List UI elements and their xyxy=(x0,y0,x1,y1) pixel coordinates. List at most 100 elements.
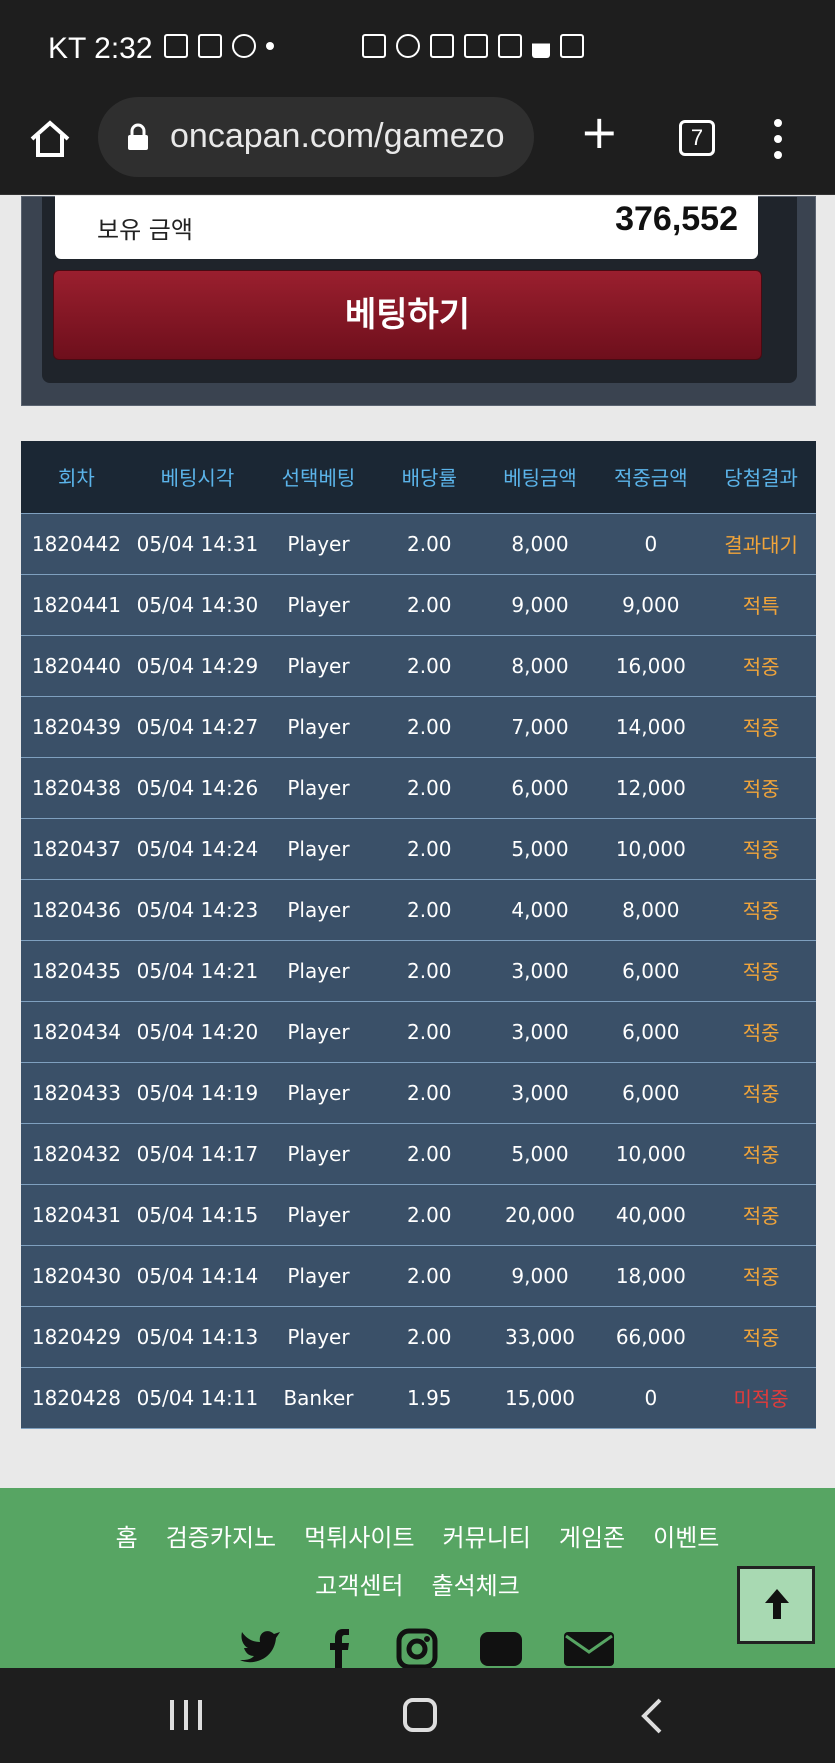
footer-link[interactable]: 출석체크 xyxy=(432,1572,520,1600)
cell-bet-time: 05/04 14:31 xyxy=(136,531,259,556)
cell-round: 1820430 xyxy=(31,1263,121,1288)
cell-win-amount: 6,000 xyxy=(622,958,680,983)
cell-result: 미적중 xyxy=(733,1387,789,1411)
balance-box: 보유 금액 376,552 xyxy=(55,196,758,259)
cell-selection: Player xyxy=(287,1019,350,1044)
table-row: 1820433 05/04 14:19 Player 2.00 3,000 6,000 적중 xyxy=(21,1062,816,1123)
table-header: 회차 베팅시각 선택베팅 배당률 베팅금액 적중금액 당첨결과 xyxy=(21,441,816,513)
footer-link[interactable]: 홈 xyxy=(116,1524,138,1552)
cell-bet-time: 05/04 14:24 xyxy=(136,836,259,861)
cell-round: 1820437 xyxy=(31,836,121,861)
cell-result: 적중 xyxy=(742,1082,780,1106)
cell-selection: Player xyxy=(287,1141,350,1166)
table-row: 1820429 05/04 14:13 Player 2.00 33,000 66,000… xyxy=(21,1306,816,1367)
social-links xyxy=(238,1628,614,1670)
5g-icon xyxy=(498,34,522,58)
cell-bet-time: 05/04 14:21 xyxy=(136,958,259,983)
cell-round: 1820431 xyxy=(31,1202,121,1227)
cell-round: 1820441 xyxy=(31,592,121,617)
table-row: 1820428 05/04 14:11 Banker 1.95 15,000 0 미적중 xyxy=(21,1367,816,1428)
cell-round: 1820440 xyxy=(31,653,121,678)
table-row: 1820437 05/04 14:24 Player 2.00 5,000 10,000 적… xyxy=(21,818,816,879)
cell-bet-amount: 3,000 xyxy=(511,958,569,983)
cell-bet-amount: 7,000 xyxy=(511,714,569,739)
table-row: 1820439 05/04 14:27 Player 2.00 7,000 14,000 적… xyxy=(21,696,816,757)
cell-bet-amount: 4,000 xyxy=(511,897,569,922)
cell-result: 적중 xyxy=(742,838,780,862)
cell-odds: 2.00 xyxy=(406,714,452,739)
cell-bet-amount: 3,000 xyxy=(511,1019,569,1044)
cell-selection: Player xyxy=(287,1263,350,1288)
cell-bet-amount: 15,000 xyxy=(505,1385,576,1410)
cell-bet-amount: 33,000 xyxy=(505,1324,576,1349)
cell-odds: 2.00 xyxy=(406,836,452,861)
cell-result: 적중 xyxy=(742,1326,780,1350)
footer-link[interactable]: 고객센터 xyxy=(315,1572,403,1600)
cell-bet-amount: 8,000 xyxy=(511,653,569,678)
url-text[interactable]: oncapan.com/gamezo xyxy=(170,117,526,156)
cell-result: 적중 xyxy=(742,655,780,679)
mail-icon[interactable] xyxy=(564,1628,614,1668)
header-win-amount: 적중금액 xyxy=(614,466,688,491)
cell-bet-time: 05/04 14:27 xyxy=(136,714,259,739)
cell-result: 적중 xyxy=(742,1265,780,1289)
cell-round: 1820432 xyxy=(31,1141,121,1166)
cell-odds: 2.00 xyxy=(406,531,452,556)
new-tab-icon[interactable]: + xyxy=(580,109,619,155)
cell-win-amount: 10,000 xyxy=(615,836,686,861)
cell-round: 1820428 xyxy=(31,1385,121,1410)
cell-bet-time: 05/04 14:23 xyxy=(136,897,259,922)
footer-link[interactable]: 커뮤니티 xyxy=(443,1524,531,1552)
header-result: 당첨결과 xyxy=(724,466,798,491)
carrier-time: KT 2:32 xyxy=(48,32,153,65)
cell-round: 1820429 xyxy=(31,1324,121,1349)
android-home-button[interactable] xyxy=(403,1698,437,1732)
cell-round: 1820434 xyxy=(31,1019,121,1044)
header-round: 회차 xyxy=(57,466,95,491)
facebook-icon[interactable] xyxy=(324,1628,354,1668)
footer-link[interactable]: 이벤트 xyxy=(653,1524,719,1552)
youtube-icon[interactable] xyxy=(480,1628,522,1670)
cell-selection: Player xyxy=(287,836,350,861)
cell-odds: 2.00 xyxy=(406,653,452,678)
cell-bet-time: 05/04 14:15 xyxy=(136,1202,259,1227)
scroll-to-top-button[interactable] xyxy=(737,1566,815,1644)
bet-button[interactable]: 베팅하기 xyxy=(53,270,762,360)
cell-bet-amount: 5,000 xyxy=(511,1141,569,1166)
cell-odds: 2.00 xyxy=(406,1202,452,1227)
more-menu-icon[interactable] xyxy=(770,119,786,159)
cell-result: 결과대기 xyxy=(724,533,798,557)
table-row: 1820441 05/04 14:30 Player 2.00 9,000 9,000 적특 xyxy=(21,574,816,635)
browser-toolbar: oncapan.com/gamezo + 7 xyxy=(0,95,835,195)
back-icon[interactable] xyxy=(640,1698,664,1734)
cell-bet-time: 05/04 14:13 xyxy=(136,1324,259,1349)
cell-selection: Player xyxy=(287,958,350,983)
cell-bet-amount: 3,000 xyxy=(511,1080,569,1105)
header-bet-amount: 베팅금액 xyxy=(503,466,577,491)
twitter-icon[interactable] xyxy=(238,1628,282,1668)
android-nav-bar xyxy=(0,1668,835,1763)
cell-selection: Player xyxy=(287,531,350,556)
cell-odds: 2.00 xyxy=(406,1324,452,1349)
home-icon[interactable] xyxy=(28,117,72,161)
balance-label: 보유 금액 xyxy=(97,216,193,244)
cell-result: 적중 xyxy=(742,716,780,740)
cell-round: 1820435 xyxy=(31,958,121,983)
footer-link[interactable]: 검증카지노 xyxy=(166,1524,276,1552)
footer-link[interactable]: 먹튀사이트 xyxy=(304,1524,414,1552)
cell-selection: Player xyxy=(287,775,350,800)
recents-button[interactable] xyxy=(170,1700,202,1730)
cell-bet-amount: 8,000 xyxy=(511,531,569,556)
image-icon xyxy=(164,34,188,58)
cell-bet-time: 05/04 14:29 xyxy=(136,653,259,678)
cell-bet-time: 05/04 14:20 xyxy=(136,1019,259,1044)
table-row: 1820442 05/04 14:31 Player 2.00 8,000 0 결과대기 xyxy=(21,513,816,574)
mute-icon xyxy=(430,34,454,58)
footer-link[interactable]: 게임존 xyxy=(559,1524,625,1552)
tab-count-button[interactable]: 7 xyxy=(679,120,715,156)
cell-win-amount: 9,000 xyxy=(622,592,680,617)
cell-round: 1820436 xyxy=(31,897,121,922)
instagram-icon[interactable] xyxy=(396,1628,438,1670)
cell-bet-time: 05/04 14:19 xyxy=(136,1080,259,1105)
cell-win-amount: 16,000 xyxy=(615,653,686,678)
